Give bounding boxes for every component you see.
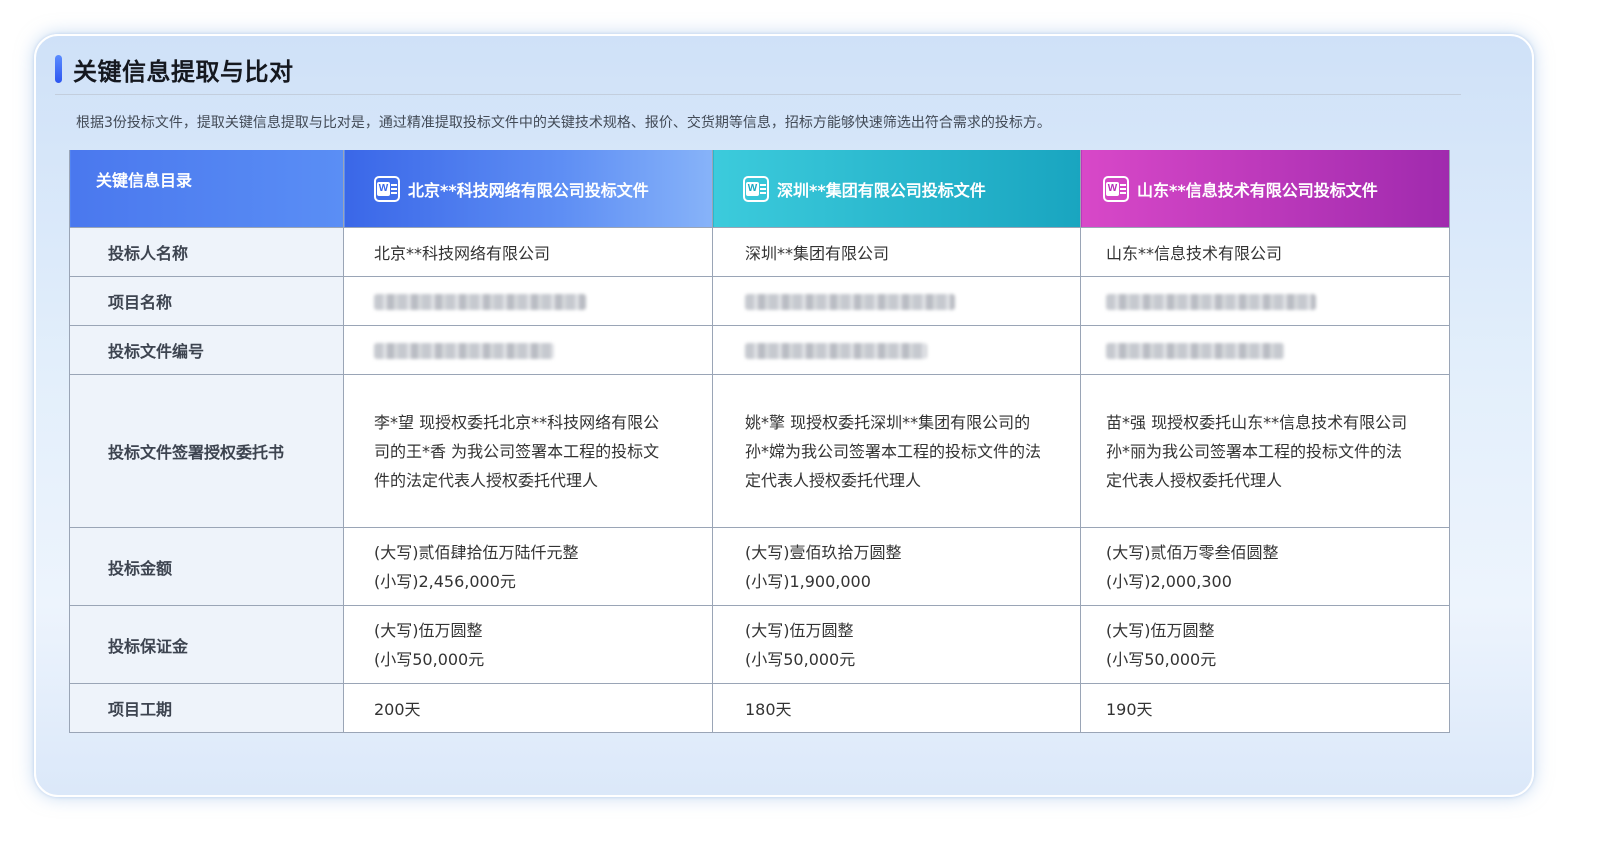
amount-lower: (小写)2,456,000元 — [374, 571, 516, 591]
row-label-docno: 投标文件编号 — [69, 325, 344, 375]
table-row-period: 项目工期 200天 180天 190天 — [69, 683, 1450, 733]
cell-period-shenzhen: 180天 — [712, 683, 1081, 733]
redacted-text — [374, 343, 554, 359]
cell-docno-shenzhen — [712, 325, 1081, 375]
redacted-text — [745, 294, 955, 310]
row-label-authorization: 投标文件签署授权委托书 — [69, 374, 344, 528]
row-label-project: 项目名称 — [69, 276, 344, 326]
section-header: 关键信息提取与比对 — [55, 52, 294, 86]
deposit-upper: (大写)伍万圆整 — [745, 620, 854, 640]
table-row-amount: 投标金额 (大写)贰佰肆拾伍万陆仟元整 (小写)2,456,000元 (大写)壹佰… — [69, 527, 1450, 606]
cell-docno-shandong — [1080, 325, 1450, 375]
header-file-beijing[interactable]: W 北京**科技网络有限公司投标文件 — [343, 150, 713, 228]
header-file-shandong[interactable]: W 山东**信息技术有限公司投标文件 — [1080, 150, 1450, 228]
header-file-beijing-label: 北京**科技网络有限公司投标文件 — [408, 180, 649, 200]
cell-bidder-shandong: 山东**信息技术有限公司 — [1080, 227, 1450, 277]
cell-auth-shandong: 苗*强 现授权委托山东**信息技术有限公司孙*丽为我公司签署本工程的投标文件的法… — [1080, 374, 1450, 528]
deposit-lower: (小写50,000元 — [1106, 649, 1217, 669]
auth-text: 李*望 现授权委托北京**科技网络有限公司的王*香 为我公司签署本工程的投标文件… — [374, 412, 660, 490]
redacted-text — [374, 294, 586, 310]
deposit-upper: (大写)伍万圆整 — [374, 620, 483, 640]
cell-bidder-shenzhen: 深圳**集团有限公司 — [712, 227, 1081, 277]
deposit-upper: (大写)伍万圆整 — [1106, 620, 1215, 640]
header-file-shenzhen-label: 深圳**集团有限公司投标文件 — [777, 180, 986, 200]
row-label-period: 项目工期 — [69, 683, 344, 733]
redacted-text — [1106, 343, 1284, 359]
row-label-deposit: 投标保证金 — [69, 605, 344, 684]
cell-deposit-shenzhen: (大写)伍万圆整 (小写50,000元 — [712, 605, 1081, 684]
header-catalog: 关键信息目录 — [69, 150, 344, 228]
word-doc-icon: W — [1103, 175, 1129, 202]
amount-lower: (小写)1,900,000 — [745, 571, 871, 591]
redacted-text — [745, 343, 927, 359]
cell-auth-beijing: 李*望 现授权委托北京**科技网络有限公司的王*香 为我公司签署本工程的投标文件… — [343, 374, 713, 528]
table-row-project: 项目名称 — [69, 276, 1450, 326]
deposit-lower: (小写50,000元 — [745, 649, 856, 669]
cell-docno-beijing — [343, 325, 713, 375]
title-accent-bar — [55, 55, 62, 83]
deposit-lower: (小写50,000元 — [374, 649, 485, 669]
row-label-amount: 投标金额 — [69, 527, 344, 606]
table-header-row: 关键信息目录 W 北京**科技网络有限公司投标文件 W 深圳**集团有限公司投标… — [69, 150, 1450, 228]
cell-amount-shenzhen: (大写)壹佰玖拾万圆整 (小写)1,900,000 — [712, 527, 1081, 606]
table-row-bidder: 投标人名称 北京**科技网络有限公司 深圳**集团有限公司 山东**信息技术有限… — [69, 227, 1450, 277]
table-row-docno: 投标文件编号 — [69, 325, 1450, 375]
table-row-authorization: 投标文件签署授权委托书 李*望 现授权委托北京**科技网络有限公司的王*香 为我… — [69, 374, 1450, 528]
cell-amount-shandong: (大写)贰佰万零叁佰圆整 (小写)2,000,300 — [1080, 527, 1450, 606]
row-label-bidder: 投标人名称 — [69, 227, 344, 277]
cell-deposit-shandong: (大写)伍万圆整 (小写50,000元 — [1080, 605, 1450, 684]
auth-text: 姚*擎 现授权委托深圳**集团有限公司的孙*嫦为我公司签署本工程的投标文件的法定… — [745, 412, 1042, 490]
cell-deposit-beijing: (大写)伍万圆整 (小写50,000元 — [343, 605, 713, 684]
header-file-shandong-label: 山东**信息技术有限公司投标文件 — [1137, 180, 1378, 200]
cell-auth-shenzhen: 姚*擎 现授权委托深圳**集团有限公司的孙*嫦为我公司签署本工程的投标文件的法定… — [712, 374, 1081, 528]
cell-project-shenzhen — [712, 276, 1081, 326]
word-doc-icon: W — [743, 175, 769, 202]
comparison-table: 关键信息目录 W 北京**科技网络有限公司投标文件 W 深圳**集团有限公司投标… — [69, 150, 1450, 733]
section-title: 关键信息提取与比对 — [73, 57, 294, 86]
cell-project-shandong — [1080, 276, 1450, 326]
auth-text: 苗*强 现授权委托山东**信息技术有限公司孙*丽为我公司签署本工程的投标文件的法… — [1106, 412, 1408, 490]
section-description: 根据3份投标文件，提取关键信息提取与比对是，通过精准提取投标文件中的关键技术规格… — [76, 115, 1051, 131]
amount-upper: (大写)壹佰玖拾万圆整 — [745, 542, 902, 562]
cell-amount-beijing: (大写)贰佰肆拾伍万陆仟元整 (小写)2,456,000元 — [343, 527, 713, 606]
table-row-deposit: 投标保证金 (大写)伍万圆整 (小写50,000元 (大写)伍万圆整 (小写50,0… — [69, 605, 1450, 684]
amount-lower: (小写)2,000,300 — [1106, 571, 1232, 591]
redacted-text — [1106, 294, 1316, 310]
word-doc-icon: W — [374, 175, 400, 202]
cell-project-beijing — [343, 276, 713, 326]
cell-period-shandong: 190天 — [1080, 683, 1450, 733]
header-file-shenzhen[interactable]: W 深圳**集团有限公司投标文件 — [712, 150, 1081, 228]
cell-bidder-beijing: 北京**科技网络有限公司 — [343, 227, 713, 277]
amount-upper: (大写)贰佰肆拾伍万陆仟元整 — [374, 542, 579, 562]
title-divider — [55, 94, 1461, 95]
cell-period-beijing: 200天 — [343, 683, 713, 733]
amount-upper: (大写)贰佰万零叁佰圆整 — [1106, 542, 1279, 562]
